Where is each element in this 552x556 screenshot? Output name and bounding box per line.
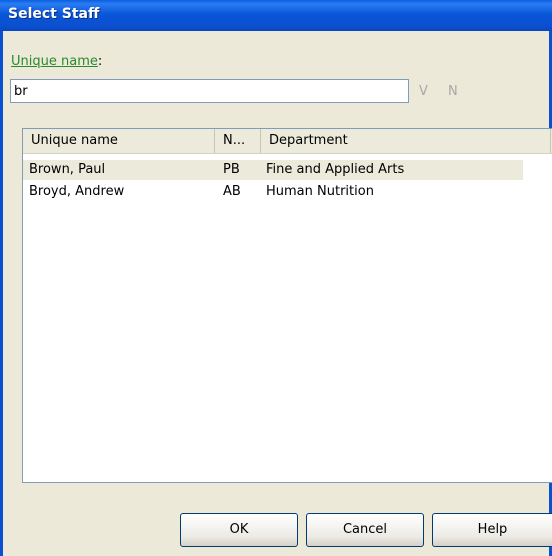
- unique-name-label-text: Unique name: [11, 54, 98, 69]
- v-button[interactable]: V: [419, 84, 428, 99]
- title-bar[interactable]: Select Staff: [0, 0, 552, 31]
- window-frame-left: [0, 31, 3, 556]
- select-staff-dialog: Select Staff Unique name: V N Unique nam…: [0, 0, 552, 556]
- row-department: Human Nutrition: [266, 184, 374, 199]
- list-row[interactable]: Brown, Paul PB Fine and Applied Arts: [23, 160, 523, 180]
- row-initials: PB: [223, 162, 240, 177]
- help-button[interactable]: Help: [432, 513, 552, 547]
- column-header-unique-name[interactable]: Unique name: [23, 129, 215, 153]
- list-header: Unique name N... Department: [23, 129, 552, 154]
- row-initials: AB: [223, 184, 241, 199]
- window-title: Select Staff: [8, 6, 100, 22]
- unique-name-label: Unique name:: [11, 54, 102, 69]
- row-department: Fine and Applied Arts: [266, 162, 405, 177]
- row-unique-name: Brown, Paul: [29, 162, 106, 177]
- row-unique-name: Broyd, Andrew: [29, 184, 125, 199]
- ok-button[interactable]: OK: [180, 513, 298, 547]
- column-header-initials[interactable]: N...: [215, 129, 261, 153]
- n-button[interactable]: N: [448, 84, 458, 99]
- cancel-button[interactable]: Cancel: [306, 513, 424, 547]
- unique-name-input[interactable]: [10, 79, 409, 103]
- staff-list[interactable]: Unique name N... Department Brown, Paul …: [22, 128, 552, 483]
- list-row[interactable]: Broyd, Andrew AB Human Nutrition: [23, 182, 523, 202]
- column-header-department[interactable]: Department: [261, 129, 551, 153]
- unique-name-label-colon: :: [97, 54, 103, 69]
